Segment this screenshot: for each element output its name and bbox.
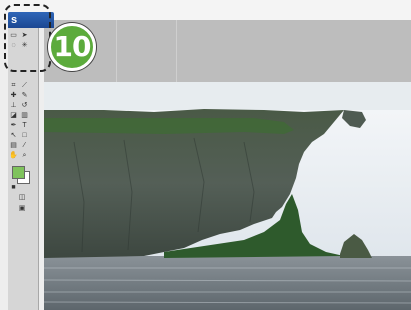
- image-canvas[interactable]: [44, 82, 411, 310]
- callout-highlight-ring: [4, 4, 51, 72]
- healing-brush-icon[interactable]: ✚: [9, 92, 18, 100]
- quick-mask-icon[interactable]: ◫: [14, 194, 30, 202]
- type-tool-icon[interactable]: T: [20, 122, 29, 130]
- panel-divider: [116, 20, 117, 82]
- slice-tool-icon[interactable]: ⟋: [20, 82, 29, 90]
- gradient-tool-icon[interactable]: ▥: [20, 112, 29, 120]
- photoshop-window: s ▭ ➤ ◌ ✳ ⌗ ⟋ ✚ ✎ ⊥ ↺ ◪ ▥ ✒ T ↖ □ ▤ ⁄ ✋ …: [0, 0, 411, 310]
- history-brush-icon[interactable]: ↺: [20, 102, 29, 110]
- landscape-photo: [44, 82, 411, 310]
- zoom-tool-icon[interactable]: ⌕: [20, 152, 29, 160]
- shape-tool-icon[interactable]: □: [20, 132, 29, 140]
- eyedropper-icon[interactable]: ⁄: [20, 142, 29, 150]
- notes-tool-icon[interactable]: ▤: [9, 142, 18, 150]
- brush-tool-icon[interactable]: ✎: [20, 92, 29, 100]
- options-bar: [0, 0, 411, 20]
- path-selection-icon[interactable]: ↖: [9, 132, 18, 140]
- screen-mode-icon[interactable]: ▣: [14, 205, 30, 213]
- panel-divider: [176, 20, 177, 82]
- eraser-tool-icon[interactable]: ◪: [9, 112, 18, 120]
- document-area: [44, 20, 411, 310]
- foreground-color-swatch[interactable]: [12, 166, 25, 179]
- hand-tool-icon[interactable]: ✋: [9, 152, 18, 160]
- crop-tool-icon[interactable]: ⌗: [9, 82, 18, 90]
- clone-stamp-icon[interactable]: ⊥: [9, 102, 18, 110]
- step-number-badge: 10: [48, 23, 96, 71]
- default-colors-icon[interactable]: ■: [9, 184, 18, 192]
- pen-tool-icon[interactable]: ✒: [9, 122, 18, 130]
